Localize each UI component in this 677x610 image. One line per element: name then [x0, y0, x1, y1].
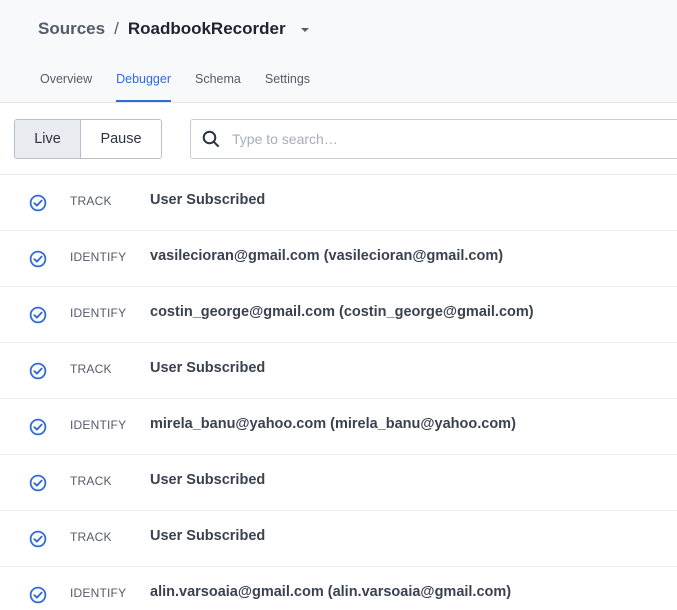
event-type: TRACK — [70, 474, 112, 488]
event-type: IDENTIFY — [70, 418, 127, 432]
live-button[interactable]: Live — [15, 120, 81, 158]
search-icon — [202, 130, 220, 148]
tab-settings[interactable]: Settings — [265, 66, 310, 102]
breadcrumb: Sources / RoadbookRecorder — [38, 17, 309, 41]
check-circle-icon — [29, 586, 47, 604]
event-type: IDENTIFY — [70, 250, 127, 264]
check-circle-icon — [29, 194, 47, 212]
breadcrumb-sources-link[interactable]: Sources — [38, 19, 105, 39]
event-name: alin.varsoaia@gmail.com (alin.varsoaia@g… — [150, 584, 512, 600]
event-type: TRACK — [70, 362, 112, 376]
check-circle-icon — [29, 250, 47, 268]
live-pause-toggle: Live Pause — [14, 119, 162, 159]
event-type: IDENTIFY — [70, 586, 127, 600]
event-name: costin_george@gmail.com (costin_george@g… — [150, 304, 534, 320]
pause-button[interactable]: Pause — [81, 120, 161, 158]
check-circle-icon — [29, 418, 47, 436]
debugger-toolbar: Live Pause — [0, 103, 677, 175]
event-row[interactable]: TRACK User Subscribed — [0, 343, 677, 399]
tab-overview[interactable]: Overview — [40, 66, 92, 102]
event-row[interactable]: IDENTIFY alin.varsoaia@gmail.com (alin.v… — [0, 567, 677, 610]
check-circle-icon — [29, 306, 47, 324]
search-box[interactable] — [190, 119, 677, 159]
event-name: vasilecioran@gmail.com (vasilecioran@gma… — [150, 248, 504, 264]
source-name: RoadbookRecorder — [127, 19, 286, 38]
check-circle-icon — [29, 362, 47, 380]
event-name: User Subscribed — [150, 528, 266, 544]
event-type: TRACK — [70, 530, 112, 544]
event-list: TRACK User Subscribed IDENTIFY vasilecio… — [0, 175, 677, 610]
event-row[interactable]: IDENTIFY costin_george@gmail.com (costin… — [0, 287, 677, 343]
source-switcher-caret-icon[interactable] — [300, 28, 309, 32]
breadcrumb-separator: / — [114, 19, 119, 38]
event-name: mirela_banu@yahoo.com (mirela_banu@yahoo… — [150, 416, 516, 432]
check-circle-icon — [29, 530, 47, 548]
event-row[interactable]: IDENTIFY vasilecioran@gmail.com (vasilec… — [0, 231, 677, 287]
event-name: User Subscribed — [150, 360, 266, 376]
page-header: Sources / RoadbookRecorder Overview Debu… — [0, 0, 677, 103]
search-input[interactable] — [230, 130, 654, 148]
event-row[interactable]: TRACK User Subscribed — [0, 175, 677, 231]
event-row[interactable]: IDENTIFY mirela_banu@yahoo.com (mirela_b… — [0, 399, 677, 455]
check-circle-icon — [29, 474, 47, 492]
event-type: TRACK — [70, 194, 112, 208]
event-name: User Subscribed — [150, 472, 266, 488]
event-name: User Subscribed — [150, 192, 266, 208]
tab-schema[interactable]: Schema — [195, 66, 241, 102]
tab-bar: Overview Debugger Schema Settings — [40, 66, 334, 102]
event-row[interactable]: TRACK User Subscribed — [0, 511, 677, 567]
tab-debugger[interactable]: Debugger — [116, 66, 171, 102]
event-type: IDENTIFY — [70, 306, 127, 320]
event-row[interactable]: TRACK User Subscribed — [0, 455, 677, 511]
